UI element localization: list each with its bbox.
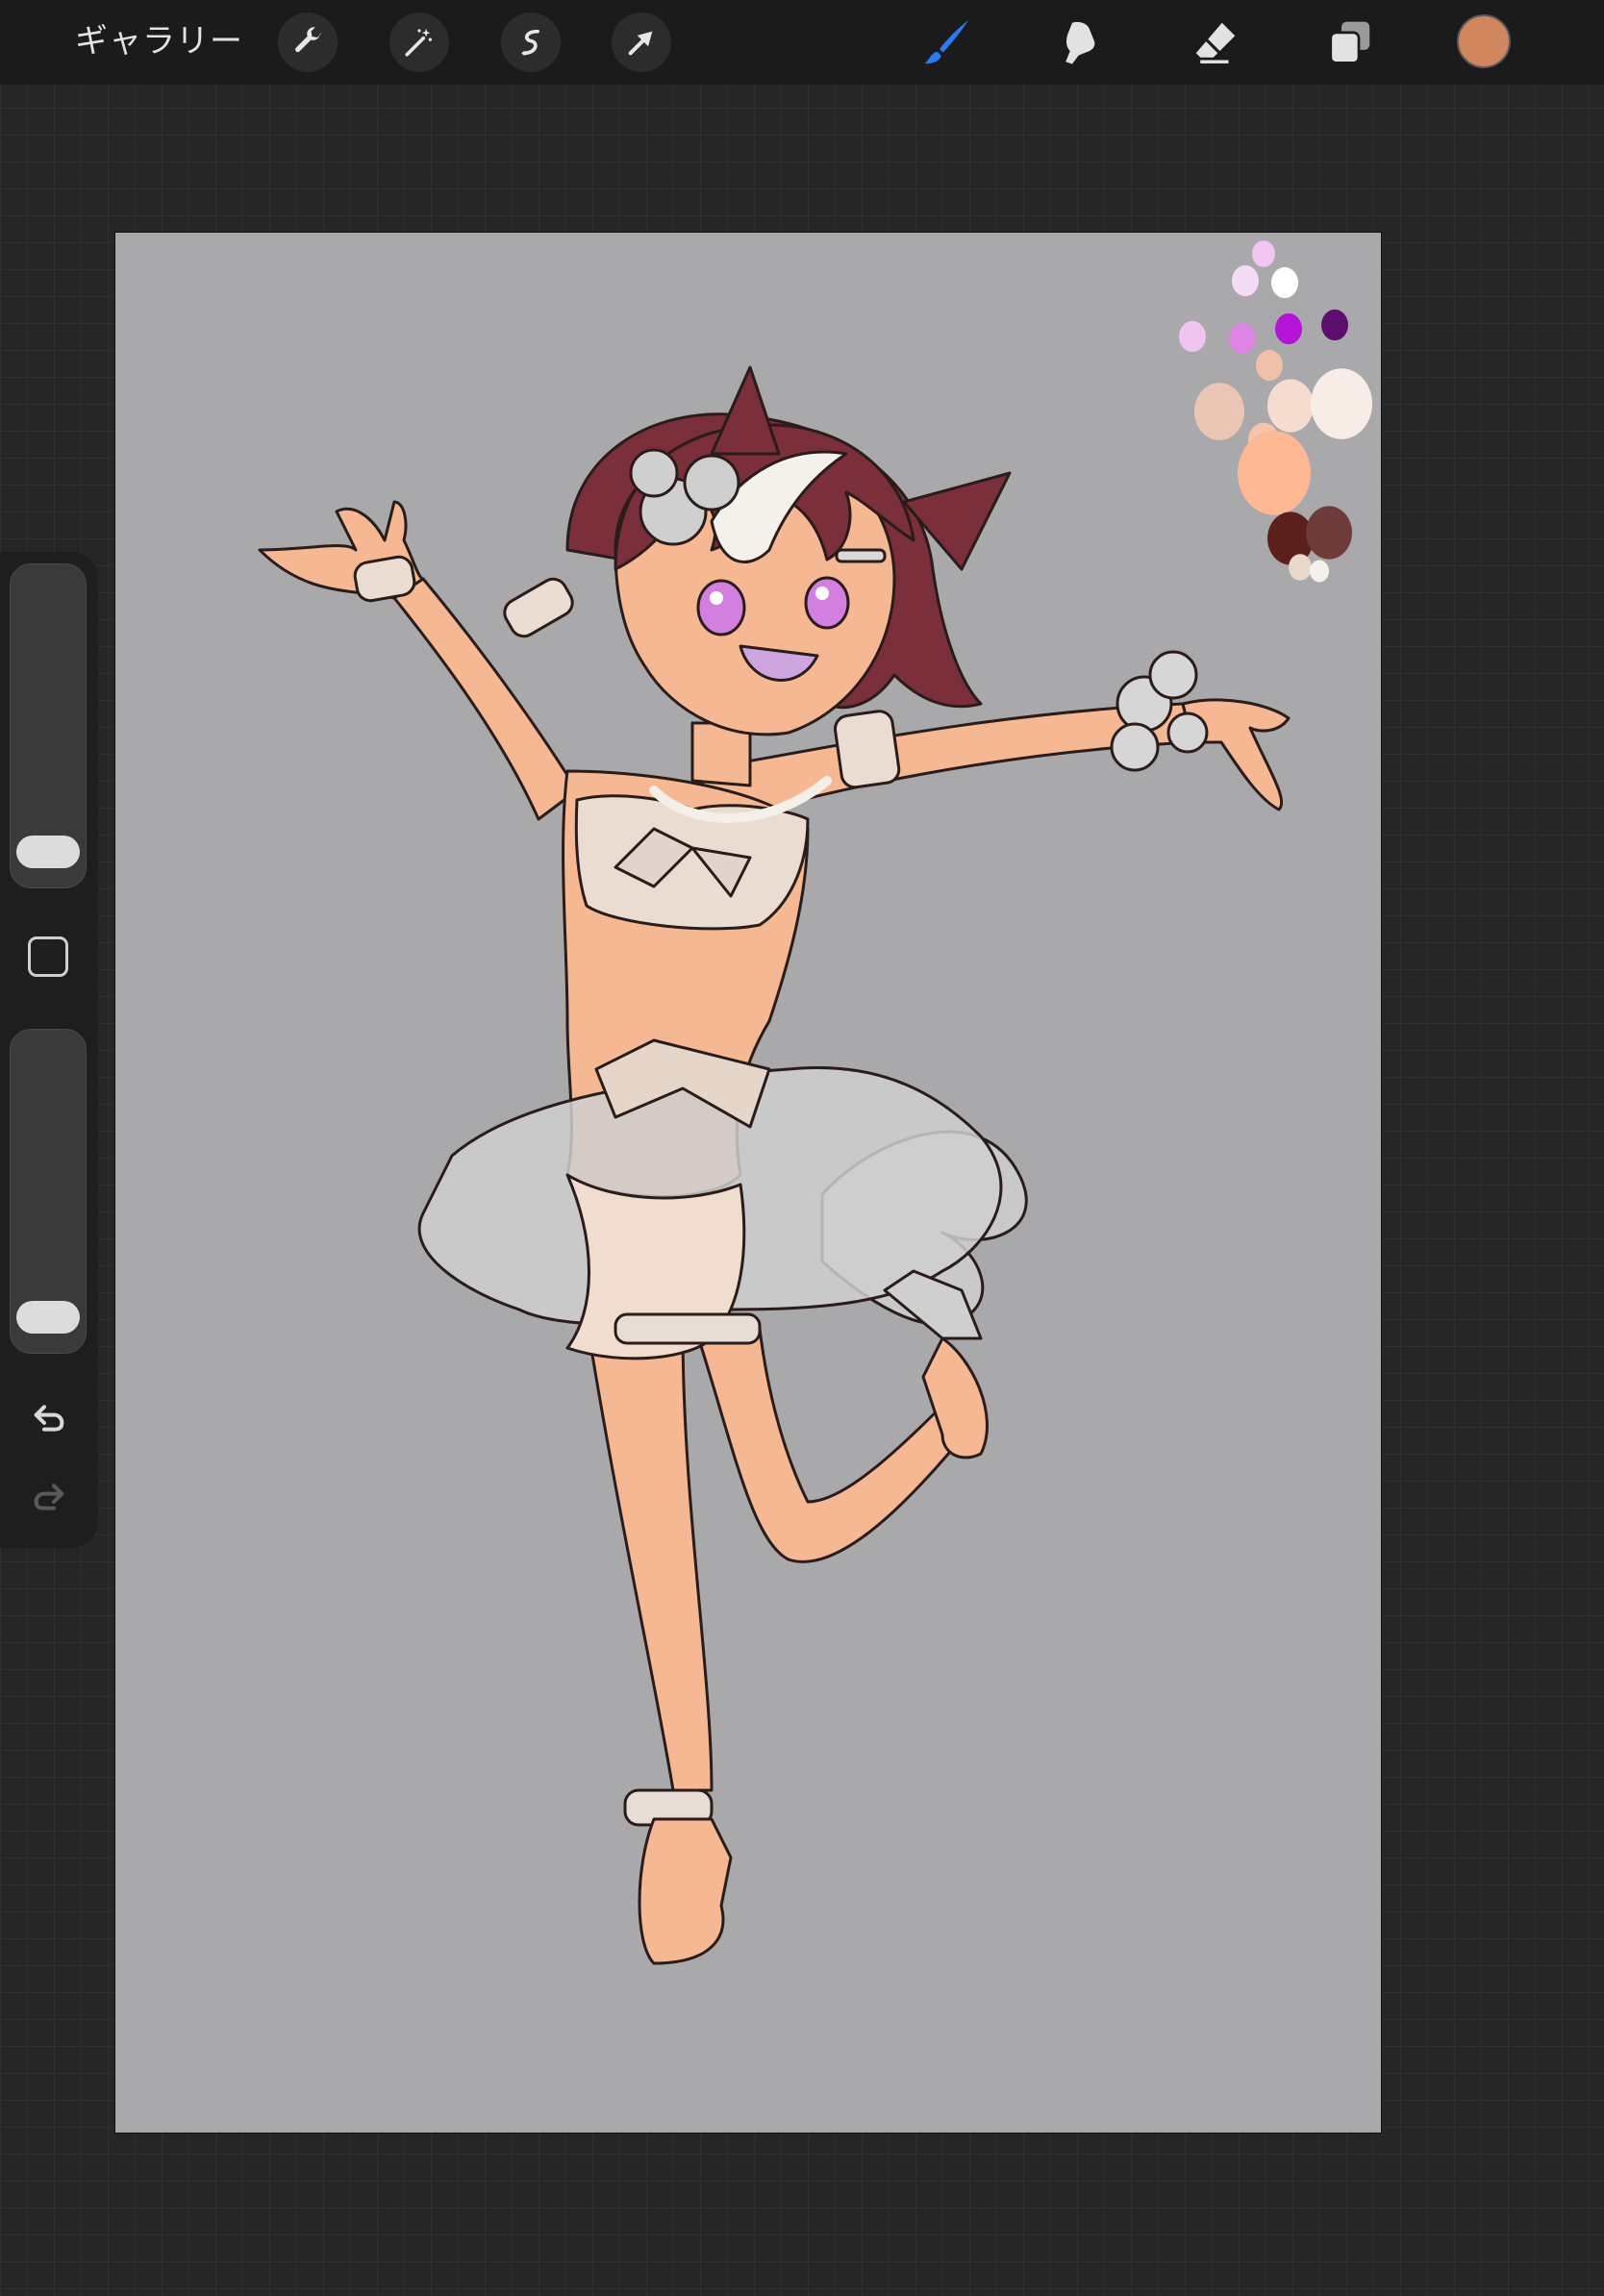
brush-size-thumb[interactable] [16, 835, 80, 868]
sandal-left [638, 1817, 733, 1965]
armband-left [503, 577, 574, 638]
palette-swatch [1256, 349, 1283, 382]
square-modifier-icon[interactable] [28, 936, 68, 977]
redo-icon[interactable] [25, 1473, 73, 1521]
horse-ear-left [710, 365, 781, 456]
brush-size-slider[interactable] [10, 563, 87, 888]
color-picker-button[interactable] [1457, 14, 1511, 68]
palette-swatch [1252, 240, 1275, 267]
brush-icon[interactable] [915, 12, 977, 73]
layers-icon[interactable] [1319, 12, 1381, 73]
smudge-finger-icon[interactable] [1050, 12, 1112, 73]
top-toolbar: ギャラリー [0, 0, 1604, 85]
wrench-icon[interactable] [278, 12, 338, 72]
palette-swatch [1238, 431, 1311, 515]
palette-swatch [1232, 264, 1259, 297]
gallery-button[interactable]: ギャラリー [75, 19, 243, 63]
palette-swatch [1275, 312, 1302, 345]
selection-s-icon[interactable] [501, 12, 561, 72]
undo-icon[interactable] [25, 1394, 73, 1442]
palette-swatch [1289, 554, 1312, 581]
palette-swatch [1267, 379, 1314, 433]
palette-swatch [1229, 322, 1256, 355]
arrow-cursor-icon[interactable] [612, 12, 671, 72]
leg-left [585, 1317, 714, 1792]
armband-right [834, 710, 901, 789]
hair-clip [835, 548, 887, 563]
opacity-slider[interactable] [10, 1029, 87, 1354]
palette-swatch [1194, 383, 1244, 440]
palette-swatch [1321, 309, 1348, 341]
palette-swatch [1306, 506, 1352, 560]
palette-swatch [1271, 266, 1298, 299]
palette-swatch [1179, 320, 1206, 353]
eraser-icon[interactable] [1185, 12, 1246, 73]
palette-swatch [1310, 560, 1329, 583]
leg-garter [614, 1312, 762, 1345]
palette-swatches [1179, 240, 1372, 583]
eye-left [696, 579, 746, 636]
eye-right [804, 576, 850, 630]
drawing-canvas[interactable] [115, 233, 1381, 2133]
left-sidebar [0, 552, 98, 1548]
artwork [258, 240, 1372, 1965]
opacity-thumb[interactable] [16, 1300, 80, 1334]
palette-swatch [1311, 368, 1372, 439]
magic-wand-icon[interactable] [389, 12, 449, 72]
